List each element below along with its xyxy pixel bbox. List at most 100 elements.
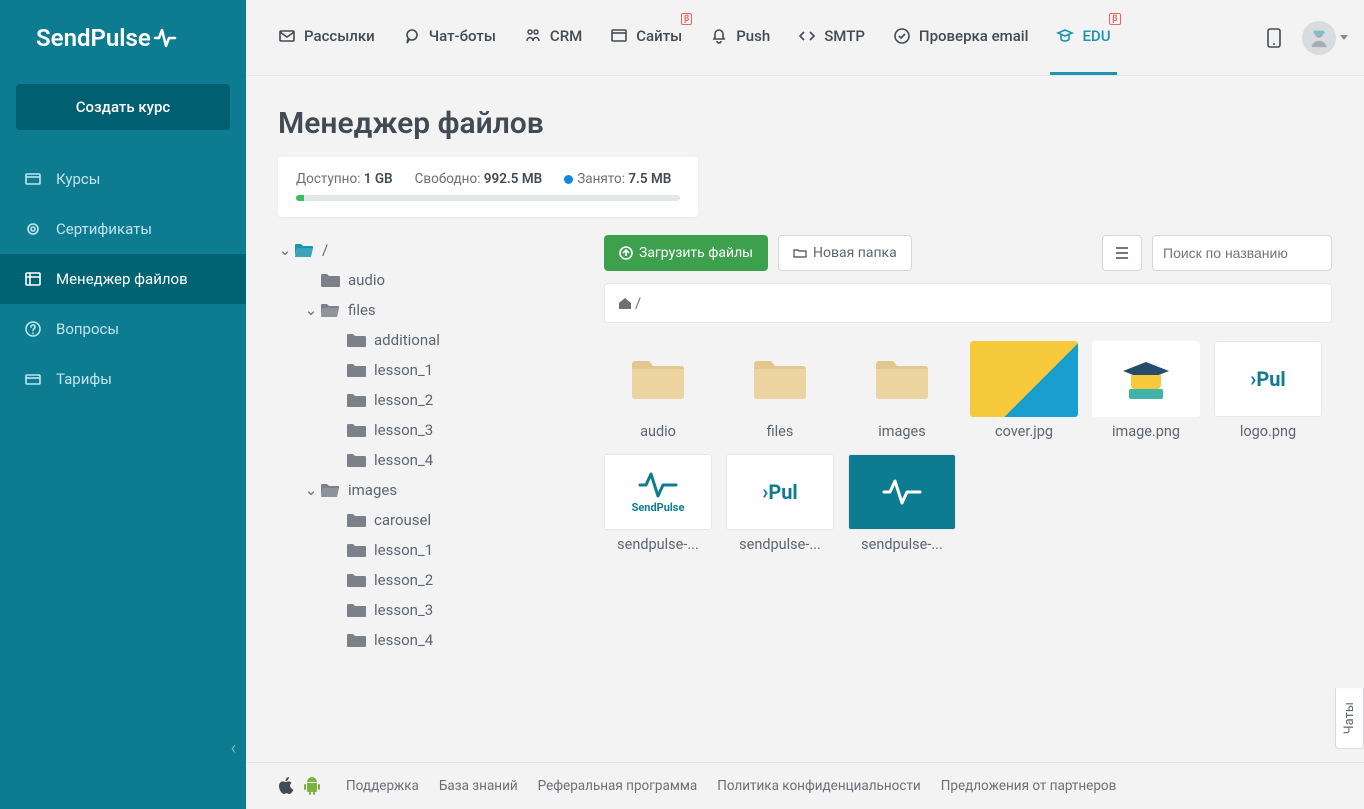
apple-icon[interactable]	[278, 777, 294, 795]
topnav-label: Чат-боты	[429, 27, 496, 45]
mail-icon	[278, 27, 296, 45]
topnav-crm[interactable]: CRM	[524, 27, 582, 49]
sidebar-item-plans[interactable]: Тарифы	[0, 354, 246, 404]
footer-link[interactable]: Поддержка	[346, 778, 419, 794]
list-view-button[interactable]	[1102, 235, 1142, 271]
footer-link[interactable]: Политика конфиденциальности	[717, 778, 921, 794]
tree-node[interactable]: carousel	[278, 505, 578, 535]
file-card[interactable]: SendPulsesendpulse-...	[604, 454, 712, 553]
brand-logo[interactable]: SendPulse	[0, 0, 246, 72]
tree-node-label: lesson_3	[374, 421, 433, 439]
tree-node[interactable]: lesson_4	[278, 625, 578, 655]
tree-node[interactable]: ⌄/	[278, 235, 578, 265]
file-grid: audio filesimages cover.jpg image.png ›Pul lo…	[604, 341, 1332, 553]
footer-link[interactable]: Реферальная программа	[538, 778, 698, 794]
upload-icon	[619, 246, 633, 260]
chevron-down-icon	[1340, 35, 1348, 40]
tree-node[interactable]: lesson_3	[278, 595, 578, 625]
folder-icon	[346, 362, 366, 378]
android-icon[interactable]	[304, 777, 320, 795]
main: Рассылки Чат-боты CRM Сайтыβ Push SMTP П…	[246, 0, 1364, 809]
footer: Поддержка База знаний Реферальная програ…	[246, 762, 1364, 809]
sidebar-item-file-manager[interactable]: Менеджер файлов	[0, 254, 246, 304]
file-card[interactable]: sendpulse-...	[848, 454, 956, 553]
tree-node[interactable]: lesson_1	[278, 535, 578, 565]
footer-link[interactable]: База знаний	[439, 778, 518, 794]
folder-icon	[346, 512, 366, 528]
topnav-mailings[interactable]: Рассылки	[278, 27, 375, 49]
tree-node[interactable]: lesson_2	[278, 385, 578, 415]
folder-tree: ⌄/audio⌄filesadditionallesson_1lesson_2l…	[278, 235, 578, 809]
topnav-edu[interactable]: EDUβ	[1056, 27, 1110, 49]
file-name: cover.jpg	[970, 423, 1078, 440]
code-icon	[798, 27, 816, 45]
image-thumb	[1092, 341, 1200, 417]
user-menu[interactable]	[1302, 21, 1348, 55]
image-thumb: ›Pul	[726, 454, 834, 530]
new-folder-button[interactable]: Новая папка	[778, 235, 912, 271]
sidebar-item-courses[interactable]: Курсы	[0, 154, 246, 204]
files-icon	[24, 270, 42, 288]
check-icon	[893, 27, 911, 45]
create-course-button[interactable]: Создать курс	[16, 84, 230, 130]
beta-badge: β	[681, 13, 692, 25]
file-card[interactable]: image.png	[1092, 341, 1200, 440]
sidebar-item-certificates[interactable]: Сертификаты	[0, 204, 246, 254]
folder-thumb	[848, 341, 956, 417]
tree-node[interactable]: ⌄images	[278, 475, 578, 505]
image-thumb: ›Pul	[1214, 341, 1322, 417]
page-title: Менеджер файлов	[278, 106, 1332, 141]
file-card[interactable]: audio	[604, 341, 712, 440]
tree-node-label: lesson_4	[374, 631, 433, 649]
topnav-chatbots[interactable]: Чат-боты	[403, 27, 496, 49]
file-card[interactable]: ›Pulsendpulse-...	[726, 454, 834, 553]
folder-icon	[346, 332, 366, 348]
file-name: sendpulse-...	[604, 536, 712, 553]
top-navigation: Рассылки Чат-боты CRM Сайтыβ Push SMTP П…	[246, 0, 1364, 76]
courses-icon	[24, 170, 42, 188]
file-card[interactable]: cover.jpg	[970, 341, 1078, 440]
topnav-push[interactable]: Push	[710, 27, 770, 49]
footer-link[interactable]: Предложения от партнеров	[941, 778, 1117, 794]
mobile-icon[interactable]	[1266, 27, 1282, 49]
file-name: logo.png	[1214, 423, 1322, 440]
tree-node[interactable]: lesson_3	[278, 415, 578, 445]
storage-progress-fill	[296, 195, 304, 201]
sidebar-item-label: Сертификаты	[56, 220, 152, 238]
file-name: image.png	[1092, 423, 1200, 440]
folder-icon	[320, 302, 340, 318]
tree-node[interactable]: lesson_4	[278, 445, 578, 475]
topnav-sites[interactable]: Сайтыβ	[610, 27, 682, 49]
tree-node[interactable]: additional	[278, 325, 578, 355]
file-card[interactable]: images	[848, 341, 956, 440]
chat-widget-tab[interactable]: Чаты	[1335, 688, 1364, 749]
folder-thumb	[726, 341, 834, 417]
topnav-label: Сайты	[636, 27, 682, 45]
folder-thumb	[604, 341, 712, 417]
tree-node-label: lesson_3	[374, 601, 433, 619]
file-card[interactable]: ›Pul logo.png	[1214, 341, 1322, 440]
folder-icon	[346, 392, 366, 408]
storage-summary: Доступно: 1 GB Свободно: 992.5 MB Занято…	[278, 157, 698, 217]
topnav-label: Рассылки	[304, 27, 375, 45]
search-input[interactable]	[1152, 235, 1332, 271]
tree-node[interactable]: lesson_2	[278, 565, 578, 595]
tree-node[interactable]: ⌄files	[278, 295, 578, 325]
sidebar-collapse-button[interactable]: ‹	[231, 738, 236, 759]
file-name: audio	[604, 423, 712, 440]
tree-node-label: images	[348, 481, 397, 499]
sidebar: SendPulse Создать курс Курсы Сертификаты…	[0, 0, 246, 809]
image-thumb	[848, 454, 956, 530]
upload-button[interactable]: Загрузить файлы	[604, 235, 768, 271]
tree-node[interactable]: audio	[278, 265, 578, 295]
tree-node[interactable]: lesson_1	[278, 355, 578, 385]
sidebar-item-questions[interactable]: Вопросы	[0, 304, 246, 354]
bell-icon	[710, 27, 728, 45]
breadcrumb[interactable]: /	[604, 283, 1332, 323]
sidebar-item-label: Тарифы	[56, 370, 112, 388]
brand-name: SendPulse	[36, 24, 151, 52]
topnav-smtp[interactable]: SMTP	[798, 27, 865, 49]
gear-icon	[24, 220, 42, 238]
topnav-email-check[interactable]: Проверка email	[893, 27, 1029, 49]
file-card[interactable]: files	[726, 341, 834, 440]
